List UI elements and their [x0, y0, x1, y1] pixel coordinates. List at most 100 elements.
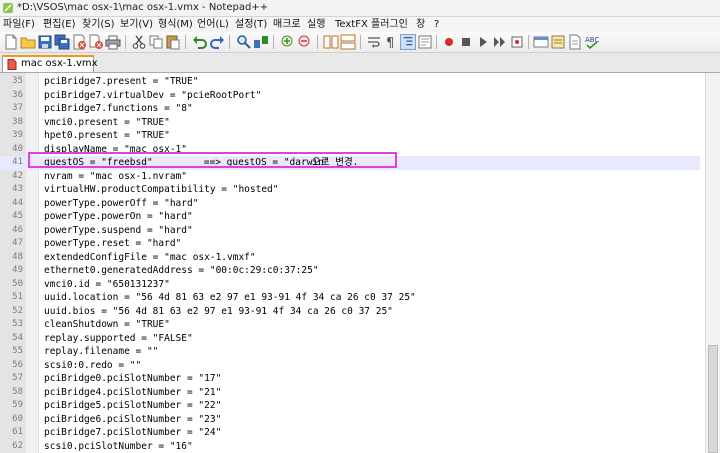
- line-number: 38: [12, 116, 23, 127]
- line-text: powerType.powerOff = "hard": [44, 197, 199, 209]
- tab-mac-osx-vmx[interactable]: mac osx-1.vmx: [2, 55, 98, 72]
- code-line[interactable]: 53 cleanShutdown = "TRUE": [0, 318, 700, 332]
- save-icon[interactable]: [37, 34, 53, 50]
- play-macro-icon[interactable]: [475, 34, 491, 50]
- code-line[interactable]: 46 powerType.suspend = "hard": [0, 224, 700, 238]
- toolbar-separator: [528, 35, 529, 49]
- code-line[interactable]: 57 pciBridge0.pciSlotNumber = "17": [0, 372, 700, 386]
- menu-help[interactable]: ?: [434, 17, 439, 32]
- code-line[interactable]: 54 replay.supported = "FALSE": [0, 332, 700, 346]
- code-line[interactable]: 51 uuid.location = "56 4d 81 63 e2 97 e1 …: [0, 291, 700, 305]
- code-line[interactable]: 59 pciBridge5.pciSlotNumber = "22": [0, 399, 700, 413]
- menu-edit[interactable]: 편집(E): [43, 17, 76, 32]
- menu-search[interactable]: 찾기(S): [82, 17, 115, 32]
- line-number: 59: [12, 400, 23, 410]
- code-line[interactable]: 56 scsi0:0.redo = "": [0, 359, 700, 373]
- find-icon[interactable]: [236, 34, 252, 50]
- line-text: pciBridge6.pciSlotNumber = "23": [44, 413, 222, 425]
- code-line[interactable]: 38 vmci0.present = "TRUE": [0, 116, 700, 130]
- show-all-chars-icon[interactable]: ¶: [383, 34, 399, 50]
- code-line[interactable]: 43 virtualHW.productCompatibility = "host…: [0, 183, 700, 197]
- word-wrap-icon[interactable]: [366, 34, 382, 50]
- menu-macro[interactable]: 매크로: [273, 17, 301, 32]
- code-line[interactable]: 44 powerType.powerOff = "hard": [0, 197, 700, 211]
- code-line[interactable]: 45 powerType.powerOn = "hard": [0, 210, 700, 224]
- line-number: 56: [12, 359, 23, 370]
- line-number: 60: [12, 413, 23, 424]
- scrollbar-thumb[interactable]: [708, 345, 718, 453]
- line-number: 42: [12, 170, 23, 181]
- cut-icon[interactable]: [131, 34, 147, 50]
- line-number: 55: [12, 346, 23, 356]
- menu-language[interactable]: 언어(L): [197, 17, 229, 32]
- zoom-out-icon[interactable]: [297, 34, 313, 50]
- spellcheck-icon[interactable]: ABC: [584, 34, 600, 50]
- file-text-icon[interactable]: [567, 34, 583, 50]
- menu-run[interactable]: 실행: [307, 17, 325, 32]
- text-editor[interactable]: 35 pciBridge7.present = "TRUE" 36 pciBridg…: [0, 73, 720, 453]
- stop-macro-icon[interactable]: [458, 34, 474, 50]
- replace-icon[interactable]: [253, 34, 269, 50]
- code-line[interactable]: 58 pciBridge4.pciSlotNumber = "21": [0, 386, 700, 400]
- undo-icon[interactable]: [192, 34, 208, 50]
- toolbar-separator: [229, 35, 230, 49]
- zoom-in-icon[interactable]: [280, 34, 296, 50]
- line-number: 62: [12, 440, 23, 451]
- tab-bar: mac osx-1.vmx: [0, 53, 720, 73]
- save-macro-icon[interactable]: [509, 34, 525, 50]
- line-text: replay.filename = "": [44, 346, 159, 357]
- code-line[interactable]: 35 pciBridge7.present = "TRUE": [0, 75, 700, 89]
- line-text: pciBridge7.virtualDev = "pcieRootPort": [44, 89, 262, 101]
- close-all-icon[interactable]: [88, 34, 104, 50]
- menu-settings[interactable]: 설정(T): [235, 17, 267, 32]
- doc-view-icon[interactable]: [417, 34, 433, 50]
- indent-guide-icon[interactable]: [400, 34, 416, 50]
- code-line[interactable]: 60 pciBridge6.pciSlotNumber = "23": [0, 413, 700, 427]
- code-line[interactable]: 52 uuid.bios = "56 4d 81 63 e2 97 e1 93-9…: [0, 305, 700, 319]
- menu-textfx[interactable]: TextFX: [335, 17, 368, 32]
- code-line[interactable]: 36 pciBridge7.virtualDev = "pcieRootPort": [0, 89, 700, 103]
- vertical-scrollbar[interactable]: [705, 73, 720, 453]
- line-text: pciBridge5.pciSlotNumber = "22": [44, 400, 222, 411]
- run-macro-multiple-icon[interactable]: [492, 34, 508, 50]
- paste-icon[interactable]: [165, 34, 181, 50]
- open-in-browser-icon[interactable]: [533, 34, 549, 50]
- code-line[interactable]: 61 pciBridge7.pciSlotNumber = "24": [0, 426, 700, 440]
- code-line[interactable]: 55 replay.filename = "": [0, 345, 700, 359]
- new-file-icon[interactable]: [3, 34, 19, 50]
- line-text: scsi0.pciSlotNumber = "16": [44, 440, 193, 452]
- notepad-plus-plus-app-icon[interactable]: [2, 2, 14, 14]
- line-number: 46: [12, 224, 23, 235]
- code-line[interactable]: 62 scsi0.pciSlotNumber = "16": [0, 440, 700, 453]
- record-macro-icon[interactable]: [441, 34, 457, 50]
- sync-vertical-icon[interactable]: [323, 34, 339, 50]
- document-icon: [7, 59, 17, 70]
- close-icon[interactable]: [71, 34, 87, 50]
- menu-file[interactable]: 파일(F): [3, 17, 35, 32]
- code-line[interactable]: 50 vmci0.id = "650131237": [0, 278, 700, 292]
- line-number: 50: [12, 278, 23, 289]
- line-number: 35: [12, 76, 23, 86]
- sync-horizontal-icon[interactable]: [340, 34, 356, 50]
- code-line[interactable]: 39 hpet0.present = "TRUE": [0, 129, 700, 143]
- redo-icon[interactable]: [209, 34, 225, 50]
- document-map-icon[interactable]: [550, 34, 566, 50]
- print-icon[interactable]: [105, 34, 121, 50]
- code-line[interactable]: 47 powerType.reset = "hard": [0, 237, 700, 251]
- save-all-icon[interactable]: [54, 34, 70, 50]
- toolbar-separator: [185, 35, 186, 49]
- menu-view[interactable]: 보기(V): [120, 17, 153, 32]
- code-line[interactable]: 48 extendedConfigFile = "mac osx-1.vmxf": [0, 251, 700, 265]
- code-line[interactable]: 42 nvram = "mac osx-1.nvram": [0, 170, 700, 184]
- line-text: vmci0.id = "650131237": [44, 278, 170, 290]
- code-line[interactable]: 49 ethernet0.generatedAddress = "00:0c:29…: [0, 264, 700, 278]
- line-text: pciBridge0.pciSlotNumber = "17": [44, 373, 222, 384]
- menu-plugins[interactable]: 플러그인: [371, 17, 408, 32]
- open-folder-icon[interactable]: [20, 34, 36, 50]
- toolbar-separator: [436, 35, 437, 49]
- copy-icon[interactable]: [148, 34, 164, 50]
- line-number: 51: [12, 292, 23, 302]
- menu-window[interactable]: 창: [416, 17, 425, 32]
- code-line[interactable]: 37 pciBridge7.functions = "8": [0, 102, 700, 116]
- menu-format[interactable]: 형식(M): [158, 17, 193, 32]
